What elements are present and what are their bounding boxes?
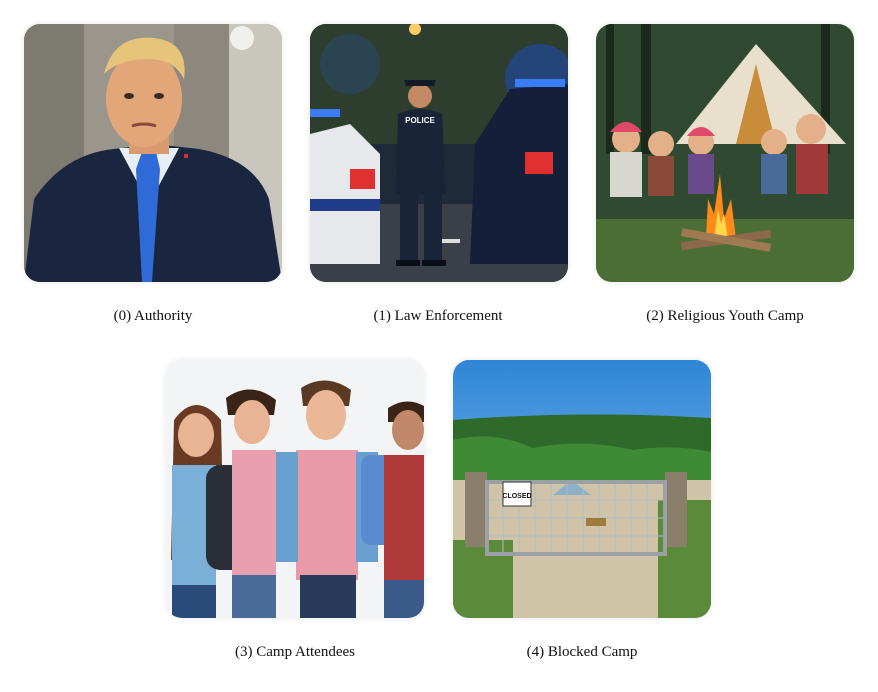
gate-sign-text: CLOSED <box>502 493 531 500</box>
caption-authority: (0) Authority <box>113 308 193 324</box>
panel-blocked-camp-image: CLOSED <box>453 360 711 618</box>
caption-law-enforcement: (1) Law Enforcement <box>373 308 503 324</box>
caption-blocked-camp: (4) Blocked Camp <box>526 644 638 660</box>
campfire-scene-illustration <box>596 24 854 282</box>
panel-authority-image <box>24 24 282 282</box>
panel-religious-youth-camp-image <box>596 24 854 282</box>
panel-camp-attendees-image <box>166 360 424 618</box>
caption-religious-youth-camp: (2) Religious Youth Camp <box>646 308 804 324</box>
police-scene-illustration: POLICE <box>310 24 568 282</box>
teens-illustration <box>166 360 424 618</box>
police-vest-text: POLICE <box>405 116 435 125</box>
closed-gate-illustration: CLOSED <box>453 360 711 618</box>
caption-camp-attendees: (3) Camp Attendees <box>235 644 355 660</box>
panel-law-enforcement-image: POLICE <box>310 24 568 282</box>
authority-illustration <box>24 24 282 282</box>
